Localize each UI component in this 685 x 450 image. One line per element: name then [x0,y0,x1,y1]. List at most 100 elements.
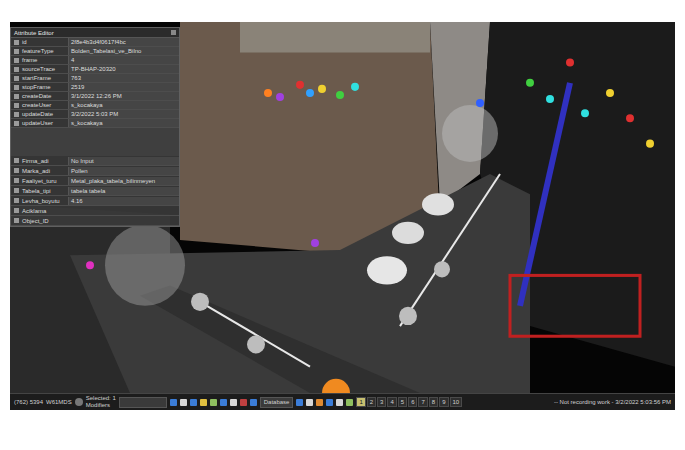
attribute-key: frame [22,56,68,64]
attribute-row[interactable]: updateDate3/2/2022 5:03 PM [11,110,179,119]
tool-icon[interactable] [346,399,353,406]
page-buttons: 12345678910 [356,397,462,407]
field-icon [14,208,19,213]
page: Attribute Editorid2f8e4b3d4f0617f4bcfeat… [0,0,685,450]
field-icon [14,49,19,54]
selection-info: Selected: 1Modifiers [86,395,116,409]
tool-icon[interactable] [170,399,177,406]
page-button[interactable]: 7 [418,397,427,407]
attribute-value[interactable]: TP-BHAP-20320 [68,65,179,73]
attribute-value[interactable]: 4 [68,56,179,64]
attribute-editor[interactable]: Attribute Editorid2f8e4b3d4f0617f4bcfeat… [10,27,180,227]
tool-icon[interactable] [326,399,333,406]
tool-icon[interactable] [316,399,323,406]
point-cloud-viewer: Attribute Editorid2f8e4b3d4f0617f4bcfeat… [10,22,675,410]
attribute-key: createUser [22,101,68,109]
attribute-key: updateDate [22,110,68,118]
field-icon [14,76,19,81]
tool-icon[interactable] [250,399,257,406]
attribute-row[interactable]: createUsers_kocakaya [11,101,179,110]
field-icon [14,188,19,193]
tool-icon[interactable] [230,399,237,406]
attribute-row[interactable]: featureTypeBolden_Tabelasi_ve_Bilno [11,47,179,56]
tool-icon[interactable] [306,399,313,406]
attribute-value[interactable]: 763 [68,74,179,82]
attribute-key: updateUser [22,119,68,127]
station: W61MDS [46,399,72,405]
attribute-key: Object_ID [22,217,68,225]
field-icon [14,85,19,90]
layer-dropdown[interactable]: Database [260,397,294,408]
attribute-row[interactable]: createDate3/1/2022 12:26 PM [11,92,179,101]
search-field[interactable] [119,397,167,408]
attribute-key: sourceTrace [22,65,68,73]
field-icon [14,103,19,108]
tool-icon[interactable] [180,399,187,406]
page-button[interactable]: 8 [429,397,438,407]
attribute-key: startFrame [22,74,68,82]
attribute-row[interactable]: Faaliyet_turuMetal_plaka_tabela_bilinmey… [11,176,179,186]
attribute-key: Firma_adi [22,157,68,165]
field-icon [14,121,19,126]
attribute-row[interactable]: startFrame763 [11,74,179,83]
attribute-key: Aciklama [22,207,68,215]
attribute-key: id [22,38,68,46]
status-message: -- Not recording work - 3/2/2022 5:03:56… [554,399,671,405]
field-icon [14,94,19,99]
attribute-row[interactable]: Firma_adiNo Input [11,156,179,166]
attribute-key: featureType [22,47,68,55]
page-button[interactable]: 4 [387,397,396,407]
attribute-row[interactable]: updateUsers_kocakaya [11,119,179,128]
attribute-value[interactable]: 3/2/2022 5:03 PM [68,110,179,118]
attribute-value[interactable]: s_kocakaya [68,119,179,127]
page-button[interactable]: 1 [356,397,365,407]
attribute-value[interactable]: Bolden_Tabelasi_ve_Bilno [68,47,179,55]
status-bar: (762) 5394W61MDS Selected: 1Modifiers Data… [10,393,675,410]
field-icon [14,218,19,223]
attribute-value[interactable]: 2519 [68,83,179,91]
viewport[interactable]: Attribute Editorid2f8e4b3d4f0617f4bcfeat… [10,22,675,393]
tool-icon[interactable] [190,399,197,406]
attribute-value[interactable]: Metal_plaka_tabela_bilinmeyen [68,177,179,185]
close-icon[interactable] [171,30,176,35]
tool-icon[interactable] [240,399,247,406]
field-icon [14,112,19,117]
tool-icon[interactable] [200,399,207,406]
attribute-row[interactable]: frame4 [11,56,179,65]
attribute-row[interactable]: Object_ID [11,216,179,226]
attribute-row[interactable]: sourceTraceTP-BHAP-20320 [11,65,179,74]
page-button[interactable]: 6 [408,397,417,407]
attribute-value[interactable]: s_kocakaya [68,101,179,109]
tool-icon[interactable] [220,399,227,406]
page-button[interactable]: 9 [439,397,448,407]
attribute-value[interactable]: 3/1/2022 12:26 PM [68,92,179,100]
attribute-value[interactable]: No Input [68,157,179,165]
attribute-row[interactable]: stopFrame2519 [11,83,179,92]
attribute-row[interactable]: Tabela_tipitabela tabela [11,186,179,196]
field-icon [14,198,19,203]
page-button[interactable]: 3 [377,397,386,407]
section-divider [11,128,179,156]
attribute-value[interactable]: tabela tabela [68,187,179,195]
field-icon [14,58,19,63]
field-icon [14,67,19,72]
attribute-row[interactable]: Marka_adiPollen [11,166,179,176]
attribute-editor-title[interactable]: Attribute Editor [11,28,179,38]
tool-icon[interactable] [296,399,303,406]
page-button[interactable]: 5 [398,397,407,407]
attribute-value[interactable]: 4.16 [68,197,179,205]
page-button[interactable]: 10 [450,397,463,407]
globe-icon[interactable] [75,398,83,406]
attribute-key: Marka_adi [22,167,68,175]
field-icon [14,168,19,173]
coordinates: (762) 5394 [14,399,43,405]
attribute-key: Levha_boyutu [22,197,68,205]
attribute-value[interactable]: 2f8e4b3d4f0617f4bc [68,38,179,46]
attribute-value[interactable]: Pollen [68,167,179,175]
attribute-row[interactable]: id2f8e4b3d4f0617f4bc [11,38,179,47]
tool-icon[interactable] [210,399,217,406]
page-button[interactable]: 2 [367,397,376,407]
attribute-row[interactable]: Aciklama [11,206,179,216]
attribute-row[interactable]: Levha_boyutu4.16 [11,196,179,206]
tool-icon[interactable] [336,399,343,406]
